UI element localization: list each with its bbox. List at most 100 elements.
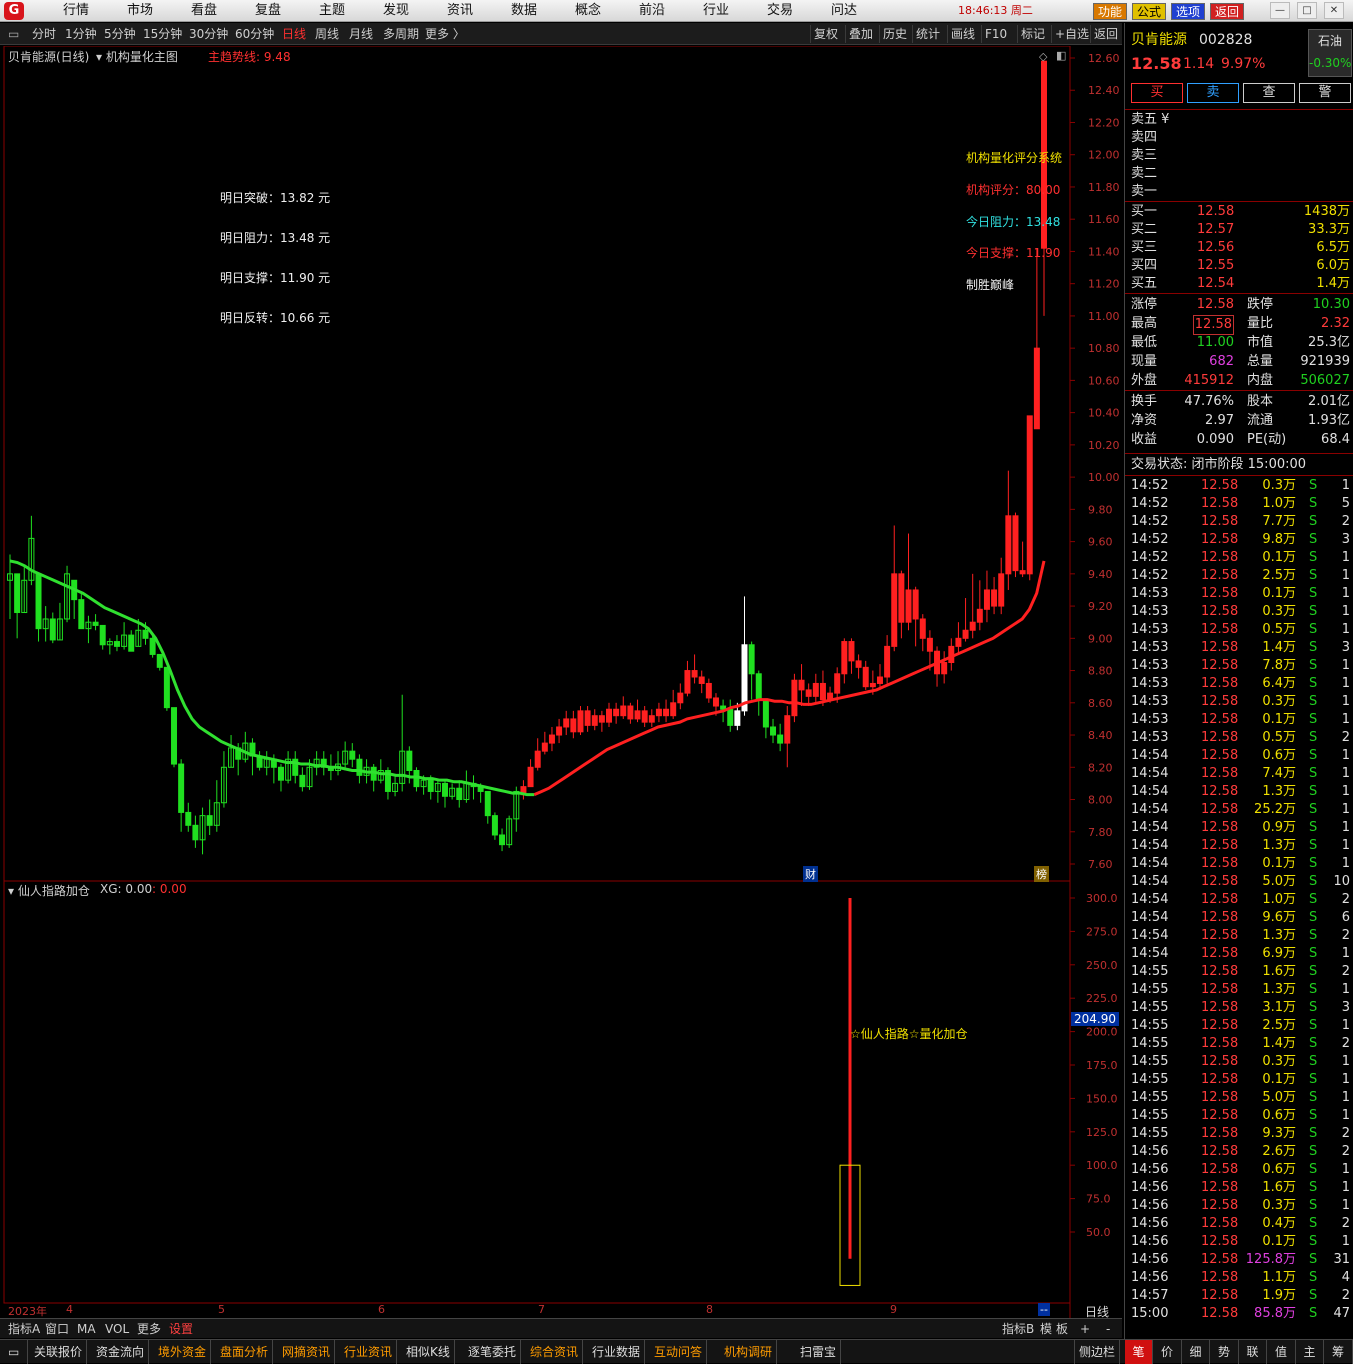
finance-marker[interactable]: 财	[803, 866, 818, 882]
statusbar-item-2[interactable]: 境外资金	[154, 1340, 212, 1364]
right-tab-5[interactable]: 值	[1268, 1340, 1296, 1364]
statusbar-item-6[interactable]: 相似K线	[402, 1340, 455, 1364]
top-button-0[interactable]: 功能	[1093, 3, 1127, 20]
statusbar-item-5[interactable]: 行业资讯	[340, 1340, 398, 1364]
statusbar-item-8[interactable]: 综合资讯	[526, 1340, 584, 1364]
bottom-tab-right-1[interactable]: 模	[1040, 1319, 1052, 1339]
bottom-tab-right-4[interactable]: -	[1106, 1319, 1110, 1339]
toolbar-2[interactable]: 历史	[879, 25, 910, 43]
menu-item-9[interactable]: 前沿	[624, 0, 680, 22]
sub-indicator-dropdown[interactable]: ▾ 仙人指路加仓	[8, 882, 90, 899]
statusbar-item-7[interactable]: 逐笔委托	[464, 1340, 522, 1364]
menu-item-4[interactable]: 主题	[304, 0, 360, 22]
price-change-pct: 9.97%	[1221, 56, 1266, 72]
right-tab-6[interactable]: 主	[1296, 1340, 1324, 1364]
period-9[interactable]: 多周期	[383, 23, 419, 45]
restore-icon[interactable]: □	[1297, 2, 1317, 19]
period-4[interactable]: 30分钟	[189, 23, 228, 45]
bottom-tab-5[interactable]: 设置	[169, 1319, 193, 1339]
period-7[interactable]: 周线	[315, 23, 339, 45]
menu-item-0[interactable]: 行情	[48, 0, 104, 22]
sector-box[interactable]: 石油 -0.30%	[1308, 29, 1352, 77]
quote-action-3[interactable]: 警	[1299, 83, 1351, 103]
toolbar-3[interactable]: 统计	[912, 25, 943, 43]
quote-action-0[interactable]: 买	[1131, 83, 1183, 103]
statusbar-item-4[interactable]: 网摘资讯	[278, 1340, 336, 1364]
period-1[interactable]: 1分钟	[65, 23, 97, 45]
statusbar-item-10[interactable]: 互动问答	[650, 1340, 708, 1364]
bottom-tab-right-0[interactable]: 指标B	[1002, 1319, 1034, 1339]
menu-item-6[interactable]: 资讯	[432, 0, 488, 22]
bid-level-3[interactable]: 买四 12.55 6.0万	[1125, 257, 1353, 275]
bottom-tab-4[interactable]: 更多	[137, 1319, 161, 1339]
menu-item-2[interactable]: 看盘	[176, 0, 232, 22]
period-2[interactable]: 5分钟	[104, 23, 136, 45]
menu-item-8[interactable]: 概念	[560, 0, 616, 22]
statusbar-item-9[interactable]: 行业数据	[588, 1340, 646, 1364]
toolbar-4[interactable]: 画线	[947, 25, 978, 43]
ask-level-3[interactable]: 卖二	[1125, 165, 1353, 183]
right-tab-4[interactable]: 联	[1239, 1340, 1267, 1364]
toolbar-6[interactable]: 标记	[1017, 25, 1048, 43]
bottom-tab-2[interactable]: MA	[77, 1319, 96, 1339]
bottom-tab-right-3[interactable]: +	[1080, 1319, 1090, 1339]
top-button-3[interactable]: 返回	[1210, 3, 1244, 20]
toolbar-5[interactable]: F10	[981, 25, 1010, 43]
period-10[interactable]: 更多 〉	[425, 23, 465, 45]
period-0[interactable]: 分时	[32, 23, 56, 45]
bottom-tab-1[interactable]: 窗口	[45, 1319, 69, 1339]
bid-level-2[interactable]: 买三 12.56 6.5万	[1125, 239, 1353, 257]
bottom-tab-3[interactable]: VOL	[105, 1319, 129, 1339]
bid-level-4[interactable]: 买五 12.54 1.4万	[1125, 275, 1353, 293]
menu-item-7[interactable]: 数据	[496, 0, 552, 22]
candle-body	[356, 758, 363, 776]
statusbar-menu-icon[interactable]: ▭	[4, 1340, 28, 1364]
kline-chart[interactable]: 12.60 12.40 12.20 12.00 11.80 11.60 11.40 11.20…	[0, 46, 1122, 1318]
period-3[interactable]: 15分钟	[143, 23, 182, 45]
indicator-dropdown[interactable]: ▾ 机构量化主图	[96, 48, 178, 65]
quote-action-1[interactable]: 卖	[1187, 83, 1239, 103]
close-icon[interactable]: ✕	[1324, 2, 1344, 19]
right-tab-1[interactable]: 价	[1154, 1340, 1182, 1364]
bid-level-0[interactable]: 买一 12.58 1438万	[1125, 203, 1353, 221]
period-6[interactable]: 日线	[282, 23, 306, 45]
statusbar-item-12[interactable]: 扫雷宝	[796, 1340, 842, 1364]
bottom-tab-right-2[interactable]: 板	[1056, 1319, 1068, 1339]
menu-item-5[interactable]: 发现	[368, 0, 424, 22]
right-tab-2[interactable]: 细	[1182, 1340, 1210, 1364]
statusbar-item-11[interactable]: 机构调研	[720, 1340, 778, 1364]
bid-level-1[interactable]: 买二 12.57 33.3万	[1125, 221, 1353, 239]
ask-level-2[interactable]: 卖三	[1125, 147, 1353, 165]
toolbar-0[interactable]: 复权	[810, 25, 841, 43]
menu-item-3[interactable]: 复盘	[240, 0, 296, 22]
bottom-tab-0[interactable]: 指标A	[8, 1319, 40, 1339]
menu-item-1[interactable]: 市场	[112, 0, 168, 22]
toolbar-8[interactable]: 返回	[1090, 25, 1121, 43]
ask-level-4[interactable]: 卖一	[1125, 183, 1353, 201]
quote-action-2[interactable]: 查	[1243, 83, 1295, 103]
panel-toggle-icon[interactable]: ◧	[1056, 49, 1066, 62]
menu-item-11[interactable]: 交易	[752, 0, 808, 22]
right-tab-3[interactable]: 势	[1211, 1340, 1239, 1364]
statusbar-item-1[interactable]: 资金流向	[92, 1340, 150, 1364]
period-bar-icon[interactable]: ▭	[8, 23, 19, 45]
statusbar-item-3[interactable]: 盘面分析	[216, 1340, 274, 1364]
minimize-icon[interactable]: —	[1270, 2, 1290, 19]
menu-item-10[interactable]: 行业	[688, 0, 744, 22]
top-button-2[interactable]: 选项	[1171, 3, 1205, 20]
toolbar-7[interactable]: +自选	[1051, 25, 1092, 43]
toolbar-1[interactable]: 叠加	[845, 25, 876, 43]
period-8[interactable]: 月线	[349, 23, 373, 45]
ask-level-0[interactable]: 卖五 ¥	[1125, 111, 1353, 129]
right-tab-0[interactable]: 笔	[1125, 1340, 1153, 1364]
candle-body	[456, 787, 463, 801]
right-tab-7[interactable]: 筹	[1325, 1340, 1353, 1364]
rank-marker[interactable]: 榜	[1034, 866, 1049, 882]
ask-level-1[interactable]: 卖四	[1125, 129, 1353, 147]
period-5[interactable]: 60分钟	[235, 23, 274, 45]
sidebar-toggle[interactable]: 侧边栏	[1074, 1340, 1121, 1364]
menu-item-12[interactable]: 问达	[816, 0, 872, 22]
diamond-icon[interactable]: ◇	[1039, 50, 1047, 63]
statusbar-item-0[interactable]: 关联报价	[30, 1340, 88, 1364]
top-button-1[interactable]: 公式	[1132, 3, 1166, 20]
